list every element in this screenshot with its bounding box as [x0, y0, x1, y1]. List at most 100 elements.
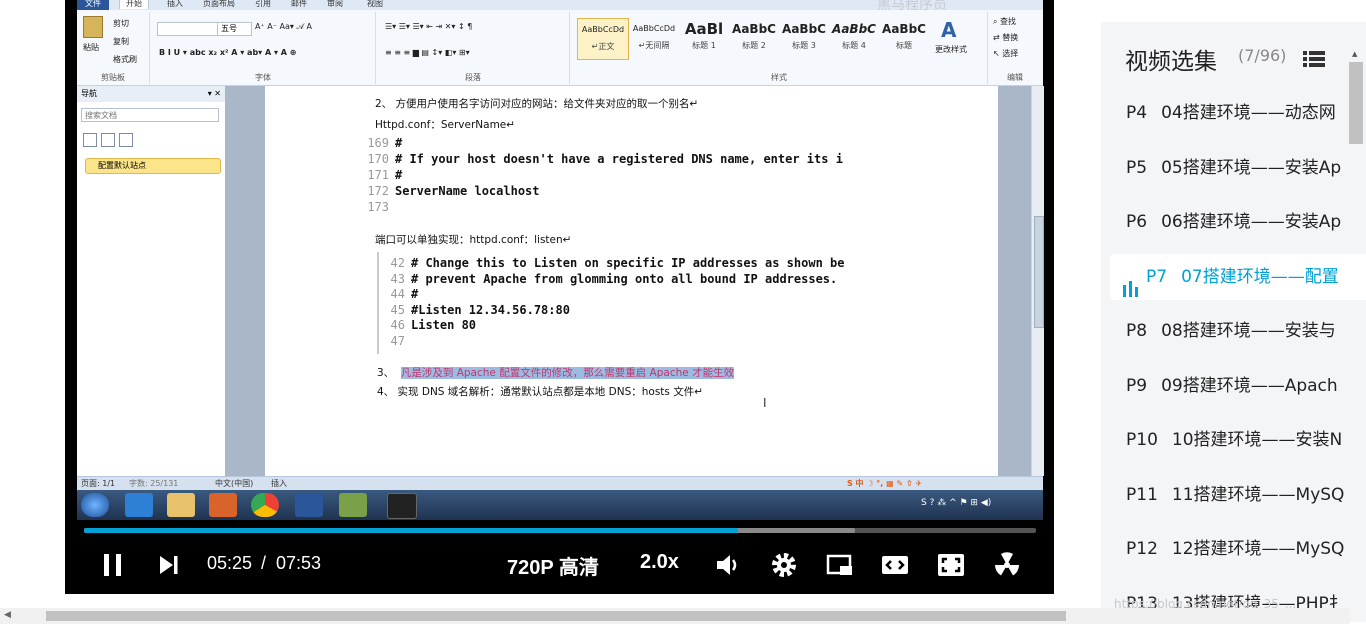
fullscreen-radiation-button[interactable] [993, 551, 1021, 579]
style-heading-2: AaBbC 标题 2 [732, 22, 776, 50]
progress-bar[interactable] [84, 528, 1036, 533]
styles-group-label: 样式 [771, 73, 787, 82]
episode-number: P6 [1126, 212, 1148, 232]
code-line-number: 42 [390, 256, 405, 270]
code-line-number: 170 [367, 152, 389, 166]
code-line-number: 45 [390, 302, 405, 317]
copy-label: 复制 [113, 37, 129, 46]
ribbon-tab-review: 审阅 [327, 0, 343, 8]
paragraph-group-label: 段落 [465, 73, 481, 82]
ribbon-tab-layout: 页面布局 [203, 0, 235, 8]
ribbon-group-clipboard: 粘贴 剪切 复制 格式刷 剪贴板 [77, 12, 150, 84]
code-line-number: 46 [390, 318, 405, 332]
episode-sidebar: 视频选集 (7/96) P4 04搭建环境——动态网 P5 05搭建环境——安装Ap P… [1101, 22, 1366, 622]
episode-number: P4 [1126, 103, 1148, 123]
change-styles-label: 更改样式 [935, 45, 967, 54]
nav-search-box: 搜索文档 [81, 108, 219, 122]
code-block-servername: 169 #170 # If your host doesn't have a reg… [365, 136, 895, 212]
code-line: 46 Listen 80 [381, 318, 476, 332]
windows-taskbar: S ? ⁂ ^ ⚑ ⊞ ◀) [77, 490, 1043, 520]
episode-item[interactable]: P4 04搭建环境——动态网 [1110, 90, 1366, 136]
align-icons: ≡ ≡ ≡ ▆ ▤ ↕▾ ◧▾ ⊞▾ [385, 48, 470, 57]
episode-title: 08搭建环境——安装与 [1161, 321, 1336, 341]
episode-item[interactable]: P6 06搭建环境——安装Ap [1110, 199, 1366, 245]
episode-title: 10搭建环境——安装N [1171, 430, 1343, 450]
tray-icons: S ? ⁂ ^ ⚑ ⊞ ◀) [921, 498, 992, 508]
sidebar-scroll-up-icon[interactable]: ▲ [1352, 50, 1357, 58]
episode-list-title: 视频选集 [1125, 49, 1217, 75]
next-episode-button[interactable] [155, 551, 183, 579]
code-line-number: 171 [367, 168, 389, 182]
word-icon [295, 493, 323, 517]
code-block-listen: 42 # Change this to Listen on specific IP… [381, 256, 901, 352]
quality-button[interactable]: 720P 高清 [507, 551, 599, 580]
style-heading-3: AaBbC 标题 3 [782, 22, 826, 50]
code-line-number: 47 [390, 333, 405, 348]
episode-number: P5 [1126, 157, 1148, 178]
code-line-text: # prevent Apache from glomming onto all … [411, 271, 838, 286]
page-scrollbar-thumb[interactable] [46, 611, 1066, 621]
episode-item[interactable]: P11 11搭建环境——MySQ [1110, 472, 1366, 518]
clipboard-group-label: 剪贴板 [101, 73, 125, 82]
settings-gear-button[interactable] [770, 551, 798, 579]
pause-button[interactable] [99, 551, 127, 579]
picture-in-picture-button[interactable] [826, 551, 854, 579]
code-line-text: # If your host doesn't have a registered… [395, 152, 843, 166]
page-horizontal-scrollbar[interactable]: ◀ [0, 608, 1350, 624]
ie-icon [125, 493, 153, 517]
doc-item-4: 4、 实现 DNS 域名解析：通常默认站点都是本地 DNS：hosts 文件↵ [377, 386, 704, 398]
episode-number: P7 [1146, 266, 1168, 287]
nav-pane-header: 导航 ▾ ✕ [77, 86, 225, 102]
ribbon-group-paragraph: ☰▾ ☰▾ ☰▾ ⇤ ⇥ ✕▾ ↕ ¶ ≡ ≡ ≡ ▆ ▤ ↕▾ ◧▾ ⊞▾ 段… [377, 12, 570, 84]
doc-item-3: 3、 凡是涉及到 Apache 配置文件的修改，那么需要重启 Apache 才能… [377, 367, 735, 379]
episode-item[interactable]: P10 10搭建环境——安装N [1110, 417, 1366, 463]
status-language: 中文(中国) [215, 479, 254, 488]
list-view-icon[interactable] [1303, 50, 1325, 68]
episode-number: P12 [1126, 539, 1158, 559]
episode-item[interactable]: P8 08搭建环境——安装与 [1110, 308, 1366, 354]
playing-bars-icon [1122, 269, 1138, 297]
current-time: 05:25 [207, 553, 253, 573]
folder-icon [167, 493, 195, 517]
speed-button[interactable]: 2.0x [640, 551, 679, 574]
change-styles-icon: A [941, 18, 957, 42]
ribbon-tab-view: 视图 [367, 0, 383, 8]
font-group-label: 字体 [255, 73, 271, 82]
scroll-left-icon[interactable]: ◀ [4, 610, 11, 620]
editing-group-label: 编辑 [1007, 73, 1023, 82]
code-line-text: # Change this to Listen on specific IP a… [411, 256, 845, 270]
code-line: 47 [381, 334, 411, 348]
cmd-icon [387, 493, 417, 519]
total-duration: 07:53 [276, 553, 322, 573]
style-heading-4: AaBbC 标题 4 [832, 22, 876, 50]
code-line: 172 ServerName localhost [365, 184, 539, 198]
sidebar-scrollbar-thumb[interactable] [1349, 62, 1363, 144]
nav-view-icons [83, 132, 133, 147]
start-button-icon [81, 493, 109, 517]
doc-port-line: 端口可以单独实现：httpd.conf：listen↵ [375, 234, 572, 246]
episode-item[interactable]: P9 09搭建环境——Apach [1110, 363, 1366, 409]
chrome-icon [251, 493, 279, 517]
ime-toolbar-icon: S 中 ☽ °, ▦ ✎ ⇧ ✈ [847, 479, 923, 488]
doc-line-2: 2、 方便用户使用名字访问对应的网站：给文件夹对应的取一个别名↵ [375, 98, 699, 110]
code-line: 171 # [365, 168, 402, 182]
video-player[interactable]: 文件 开始 插入 页面布局 引用 邮件 审阅 视图 黑马程序员 粘贴 剪切 复制… [65, 0, 1054, 594]
episode-number: P11 [1126, 484, 1158, 505]
paste-label: 粘贴 [83, 43, 99, 52]
episode-item[interactable]: P12 12搭建环境——MySQ [1110, 526, 1366, 572]
episode-item-active[interactable]: P7 07搭建环境——配置 [1110, 253, 1366, 300]
code-line-text: # [395, 136, 403, 150]
code-line-number: 43 [390, 271, 405, 286]
widescreen-button[interactable] [881, 551, 909, 579]
code-line-text: Listen 80 [411, 318, 477, 332]
episode-item[interactable]: P5 05搭建环境——安装Ap [1110, 145, 1366, 191]
ribbon-group-font: 五号 A⁺ A⁻ Aa▾ 𝒜 A B I U ▾ abc x₂ x² A ▾ a… [151, 12, 376, 84]
episode-number: P9 [1126, 375, 1148, 396]
nav-pane-title: 导航 [81, 89, 97, 98]
episode-number: P10 [1126, 430, 1158, 450]
web-fullscreen-button[interactable] [937, 551, 965, 579]
volume-button[interactable] [714, 551, 742, 579]
style-title: AaBbC 标题 [882, 22, 926, 50]
media-player-icon [209, 493, 237, 517]
episode-title: 09搭建环境——Apach [1161, 375, 1338, 396]
